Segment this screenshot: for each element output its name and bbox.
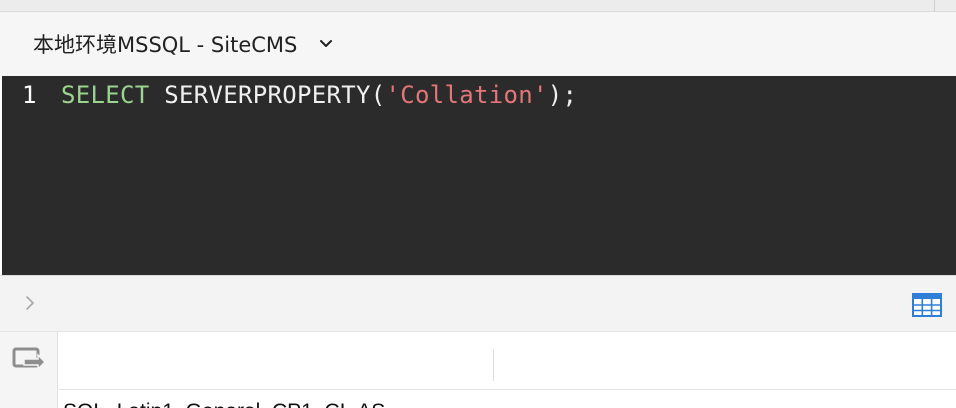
function-token: SERVERPROPERTY bbox=[164, 81, 371, 109]
line-number: 1 bbox=[22, 81, 37, 109]
cell-value[interactable]: SQL_Latin1_General_CP1_CI_AS bbox=[63, 400, 385, 408]
results-header-row bbox=[59, 332, 956, 390]
keyword-token: SELECT bbox=[61, 81, 150, 109]
sql-editor[interactable]: 1 SELECT SERVERPROPERTY('Collation'); bbox=[2, 76, 956, 275]
results-grid: SQL_Latin1_General_CP1_CI_AS bbox=[59, 332, 956, 408]
results-toolbar bbox=[0, 275, 956, 332]
export-icon[interactable] bbox=[12, 346, 46, 374]
table-row[interactable]: SQL_Latin1_General_CP1_CI_AS bbox=[59, 390, 956, 408]
string-token: 'Collation' bbox=[385, 81, 548, 109]
results-gutter bbox=[0, 332, 58, 408]
open-paren-token: ( bbox=[370, 81, 386, 109]
window-top-strip bbox=[0, 0, 956, 12]
close-token: ); bbox=[547, 81, 578, 109]
code-text: SELECT SERVERPROPERTY('Collation'); bbox=[61, 81, 577, 109]
chevron-right-icon[interactable] bbox=[22, 294, 38, 312]
connection-label: 本地环境MSSQL - SiteCMS bbox=[33, 33, 298, 57]
top-divider bbox=[934, 0, 935, 12]
column-divider[interactable] bbox=[493, 349, 494, 381]
chevron-down-icon[interactable] bbox=[317, 35, 335, 53]
grid-view-icon[interactable] bbox=[912, 293, 942, 317]
connection-selector[interactable]: 本地环境MSSQL - SiteCMS bbox=[33, 30, 335, 58]
connection-bar: 本地环境MSSQL - SiteCMS bbox=[0, 12, 956, 76]
